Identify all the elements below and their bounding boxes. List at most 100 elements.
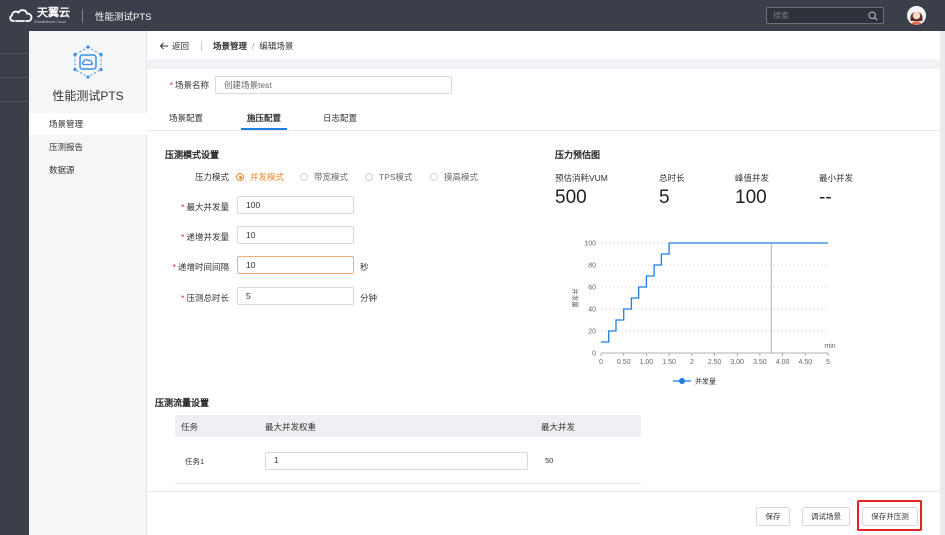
pts-product-icon (73, 45, 103, 79)
sidebar-item-scene-management[interactable]: 场景管理 (29, 113, 147, 135)
breadcrumb-divider (201, 40, 203, 51)
search-icon[interactable] (868, 11, 878, 21)
step-interval-unit: 秒 (360, 262, 369, 272)
stat-vum-value: 500 (555, 187, 587, 208)
x-tick-label: 3.00 (730, 359, 744, 366)
brand-name: 天翼云 (37, 6, 70, 19)
required-mark: * (181, 202, 185, 212)
sidebar-item-label: 压测报告 (49, 142, 84, 152)
weight-input[interactable]: 1 (265, 452, 528, 470)
radio-concurrency-mode[interactable]: 并发模式 (236, 171, 284, 183)
brand-subtitle: Chinatelecom Cloud (34, 19, 66, 24)
column-header-max: 最大并发 (541, 422, 576, 432)
arrow-left-icon (159, 42, 168, 49)
global-nav-rail (0, 31, 29, 535)
stat-vum-label: 预估消耗VUM (555, 173, 608, 183)
highlight-box (857, 500, 922, 531)
table-row-divider (175, 483, 641, 484)
global-search (766, 7, 884, 24)
scene-name-label: * 场景名称 (169, 80, 209, 90)
stat-duration-label: 总时长 (659, 173, 685, 183)
x-tick-label: 3.50 (753, 359, 767, 366)
required-mark: * (169, 80, 173, 90)
sidebar-item-test-reports[interactable]: 压测报告 (29, 136, 147, 158)
pressure-mode-label: 压力模式 (194, 172, 229, 182)
sidebar: 性能测试PTS 场景管理 压测报告 数据源 (29, 31, 147, 535)
legend-marker (679, 378, 685, 384)
estimate-title: 压力预估图 (555, 150, 601, 160)
breadcrumb-scene-management[interactable]: 场景管理 (213, 40, 247, 52)
required-mark: * (172, 262, 176, 272)
stat-peak-value: 100 (735, 187, 767, 208)
pressure-mode-title: 压测模式设置 (165, 150, 220, 160)
max-concurrency-cell: 50 (545, 456, 554, 465)
series-line (601, 242, 828, 343)
max-concurrency-input[interactable]: 100 (237, 196, 354, 214)
x-axis-label: min (824, 343, 835, 350)
product-name[interactable]: 性能测试PTS (95, 9, 151, 23)
y-tick-label: 20 (588, 329, 596, 336)
stat-peak-label: 峰值并发 (735, 173, 770, 183)
scene-name-input[interactable]: 创建场景test (215, 76, 452, 94)
debug-scene-button[interactable]: 调试场景 (802, 507, 850, 526)
x-tick-label: 1.50 (662, 359, 676, 366)
top-navigation-bar: 天翼云 Chinatelecom Cloud 性能测试PTS (0, 0, 945, 31)
breadcrumb-bar: 返回 场景管理 / 编辑场景 (147, 31, 945, 61)
radio-tps-mode[interactable]: TPS模式 (365, 171, 413, 183)
step-interval-input[interactable]: 10 (237, 256, 354, 274)
sidebar-item-label: 数据源 (49, 165, 75, 175)
config-tabs: 场景配置 施压配置 日志配置 (147, 109, 945, 131)
radio-probe-mode[interactable]: 摸高模式 (430, 171, 478, 183)
sidebar-item-data-source[interactable]: 数据源 (29, 159, 147, 181)
step-concurrency-label: * 递增并发量 (181, 232, 229, 242)
pressure-estimate-chart: 0 20 40 60 80 100 0 0.50 1.00 1.50 2 2.50 3.00 3.50 4.… (571, 241, 836, 386)
save-button[interactable]: 保存 (756, 507, 790, 526)
tab-scene-config[interactable]: 场景配置 (169, 112, 203, 124)
y-tick-label: 60 (588, 285, 596, 292)
y-axis-label: 并发量 (571, 288, 580, 308)
duration-unit: 分钟 (360, 293, 378, 303)
task-name-cell: 任务1 (185, 457, 205, 466)
breadcrumb-separator: / (252, 40, 255, 51)
y-tick-label: 40 (588, 307, 596, 314)
section-gap (147, 61, 945, 69)
step-concurrency-input[interactable]: 10 (237, 226, 354, 244)
sidebar-item-label: 场景管理 (49, 119, 84, 129)
tab-pressure-config[interactable]: 施压配置 (247, 112, 281, 124)
radio-dot (430, 173, 438, 181)
rail-divider (0, 77, 29, 78)
action-footer: 保存 调试场景 保存并压测 (147, 491, 945, 535)
required-mark: * (181, 232, 185, 242)
rail-divider (0, 53, 29, 54)
radio-bandwidth-mode[interactable]: 带宽模式 (300, 171, 348, 183)
duration-input[interactable]: 5 (237, 287, 354, 305)
tab-log-config[interactable]: 日志配置 (323, 112, 357, 124)
x-tick-label: 0 (599, 359, 603, 366)
active-tab-indicator (241, 128, 287, 130)
scrollbar-track[interactable] (940, 31, 945, 535)
user-avatar[interactable] (907, 6, 926, 25)
stat-min-value: -- (819, 187, 832, 208)
breadcrumb-edit-scene: 编辑场景 (259, 40, 294, 51)
main-content: 返回 场景管理 / 编辑场景 * 场景名称 创建场景test 场景配置 施压配置 … (147, 31, 945, 535)
avatar-icon (907, 6, 926, 25)
x-tick-label: 5 (826, 359, 830, 366)
radio-dot (300, 173, 308, 181)
radio-dot (236, 173, 244, 181)
back-button[interactable]: 返回 (159, 40, 189, 52)
x-tick-label: 1.00 (640, 359, 654, 366)
stat-min-label: 最小并发 (819, 173, 854, 183)
back-label: 返回 (172, 40, 190, 51)
cloud-logo-icon (9, 8, 33, 22)
topbar-divider (82, 8, 83, 23)
step-interval-label: * 递增时间间隔 (172, 262, 229, 272)
brand-logo[interactable]: 天翼云 Chinatelecom Cloud (8, 6, 70, 24)
legend-label: 并发量 (695, 377, 716, 386)
x-tick-label: 2.50 (708, 359, 722, 366)
radio-dot (365, 173, 373, 181)
rail-divider (0, 101, 29, 102)
search-input[interactable] (767, 8, 862, 23)
y-tick-label: 0 (592, 351, 596, 358)
y-tick-label: 80 (588, 263, 596, 270)
table-header: 任务 最大并发权重 最大并发 (175, 415, 641, 437)
